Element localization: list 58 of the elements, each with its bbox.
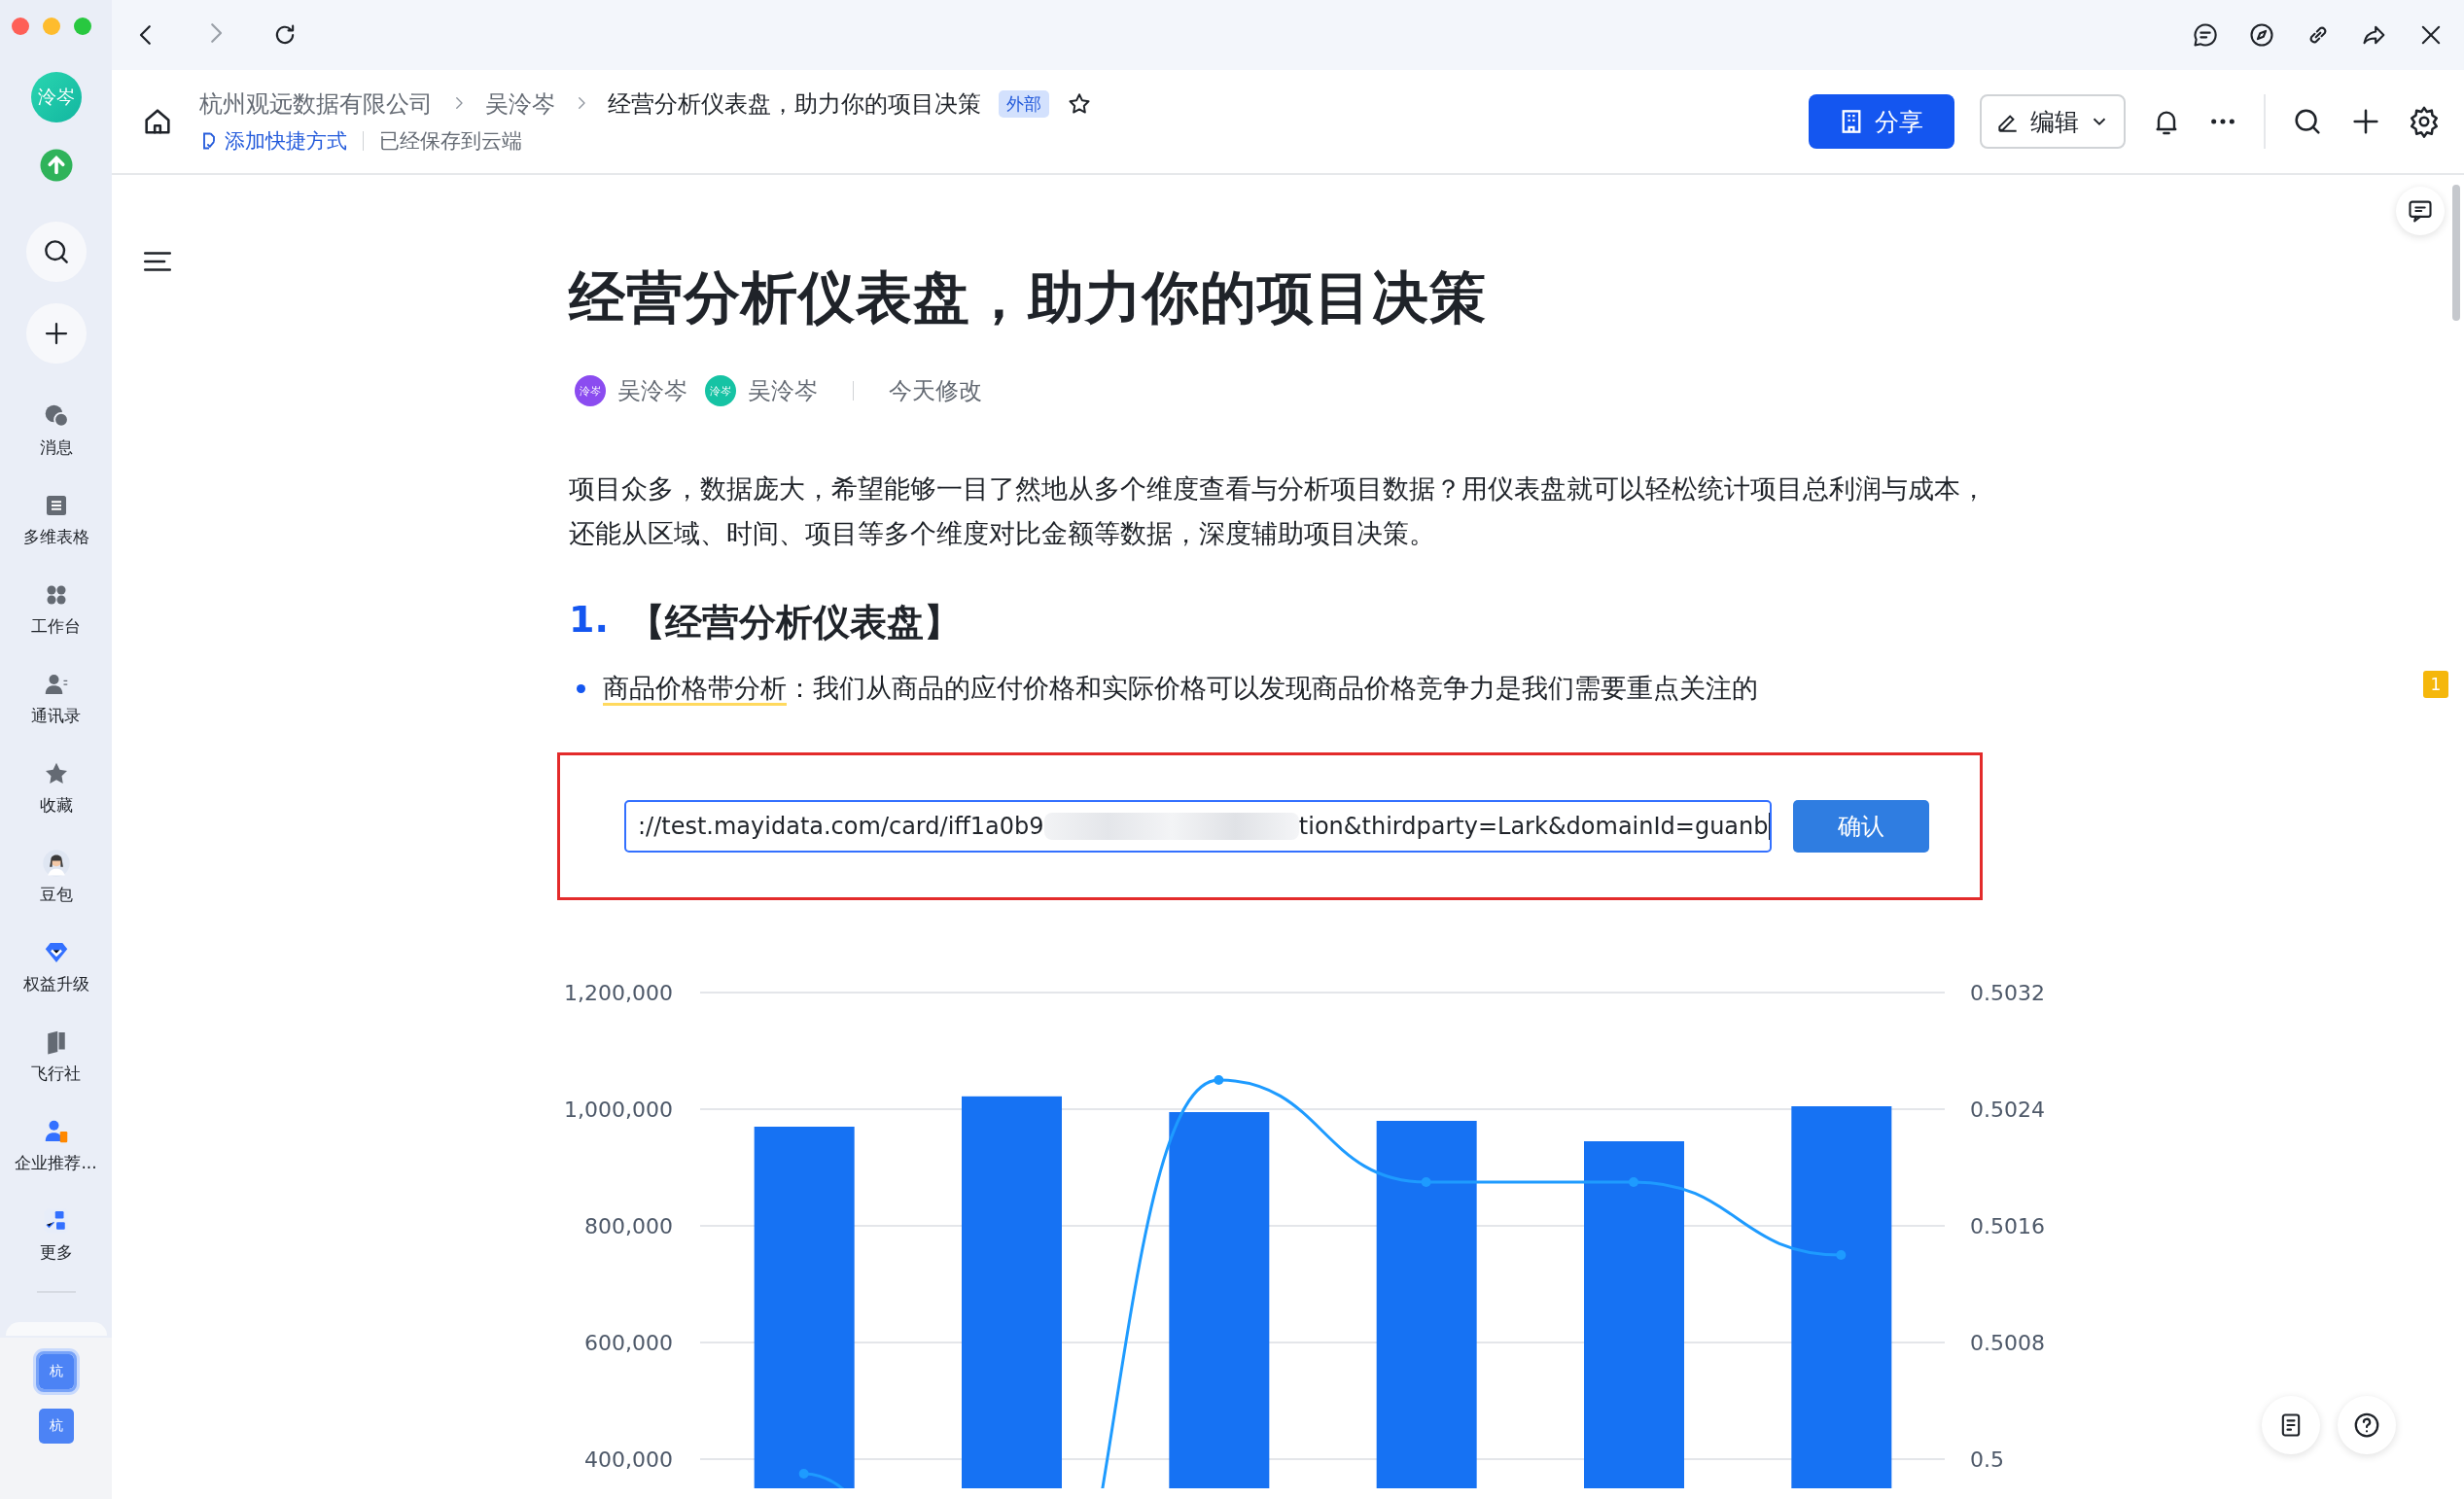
save-status: 已经保存到云端 (379, 128, 522, 155)
share-button[interactable]: 分享 (1809, 94, 1954, 149)
sidebar-item[interactable]: 收藏 (2, 743, 110, 832)
sidebar-item[interactable]: 工作台 (2, 564, 110, 653)
sidebar-item[interactable]: 多维表格 (2, 474, 110, 564)
doc-action-button[interactable] (2262, 1396, 2320, 1454)
axis-label: 0.5016 (1970, 1214, 2045, 1238)
close-window-button[interactable] (12, 17, 29, 35)
workspace-icon[interactable]: 杭 (35, 1351, 77, 1392)
modified-time: 今天修改 (889, 376, 982, 406)
sidebar-item[interactable]: 豆包 (2, 832, 110, 922)
author-name[interactable]: 吴泠岑 (748, 375, 818, 406)
author-avatar: 泠岑 (575, 375, 606, 406)
url-input-field[interactable]: ://test.mayidata.com/card/iff1a0b9 tion&thirdparty=Lark&domainId=guanb (624, 800, 1772, 853)
document-title: 经营分析仪表盘，助力你的项目决策 (569, 263, 1488, 332)
external-tag: 外部 (999, 90, 1049, 118)
point (1214, 1075, 1224, 1085)
edit-button[interactable]: 编辑 (1980, 94, 2126, 149)
help-button[interactable] (2338, 1396, 2396, 1454)
axis-label: 0.5032 (1970, 981, 2045, 1005)
axis-label: 1,000,000 (564, 1098, 673, 1122)
bullet-text: 商品价格带分析：我们从商品的应付价格和实际价格可以发现商品价格竞争力是我们需要重点关注的 (603, 671, 1758, 706)
point (798, 1469, 809, 1479)
chat-icon[interactable] (2192, 21, 2219, 49)
breadcrumb-link[interactable]: 吴泠岑 (485, 88, 555, 120)
building-icon (1840, 109, 1863, 134)
axis-label: 1,200,000 (564, 981, 673, 1005)
person-avatar-icon (41, 848, 71, 878)
breadcrumb-link[interactable]: 杭州观远数据有限公司 (199, 88, 433, 120)
confirm-button[interactable]: 确认 (1793, 800, 1929, 853)
breadcrumb-link[interactable]: 经营分析仪表盘，助力你的项目决策 (608, 88, 981, 120)
section-heading: 【经营分析仪表盘】 (627, 600, 961, 645)
sidebar-item[interactable]: 权益升级 (2, 922, 110, 1011)
heading-number: 1. (569, 598, 609, 643)
scrollbar[interactable] (2452, 185, 2460, 321)
axis-label: 800,000 (584, 1214, 673, 1238)
point (1421, 1177, 1431, 1187)
axis-label: 400,000 (584, 1447, 673, 1472)
author-name[interactable]: 吴泠岑 (617, 375, 687, 406)
settings-icon[interactable] (2408, 105, 2441, 138)
compass-icon[interactable] (2248, 21, 2275, 49)
axis-label: 600,000 (584, 1331, 673, 1355)
axis-label: 0.5024 (1970, 1098, 2045, 1122)
point (1836, 1250, 1847, 1260)
sidebar-item[interactable]: 更多 (2, 1190, 110, 1279)
help-icon[interactable] (2352, 1411, 2381, 1440)
axis-label: 0.5 (1970, 1447, 2004, 1472)
axis-label: 0.5008 (1970, 1331, 2045, 1355)
point (1629, 1177, 1638, 1187)
sidebar-item[interactable]: 消息 (2, 385, 110, 474)
intro-paragraph: 项目众多，数据庞大，希望能够一目了然地从多个维度查看与分析项目数据？用仪表盘就可以轻松统计项目总利润与成本，还能从区域、时间、项目等多个维度对比金额等数据，深度辅助项目决策。 (569, 472, 1988, 550)
sidebar-item[interactable]: 飞行社 (2, 1011, 110, 1100)
comment-button[interactable] (2396, 187, 2445, 235)
add-shortcut-link[interactable]: 添加快捷方式 (199, 127, 347, 155)
author-avatar: 泠岑 (705, 375, 736, 406)
sidebar-item[interactable]: 企业推荐... (2, 1100, 110, 1190)
bullet-dot (577, 683, 585, 693)
sidebar-item[interactable]: 通讯录 (2, 653, 110, 743)
